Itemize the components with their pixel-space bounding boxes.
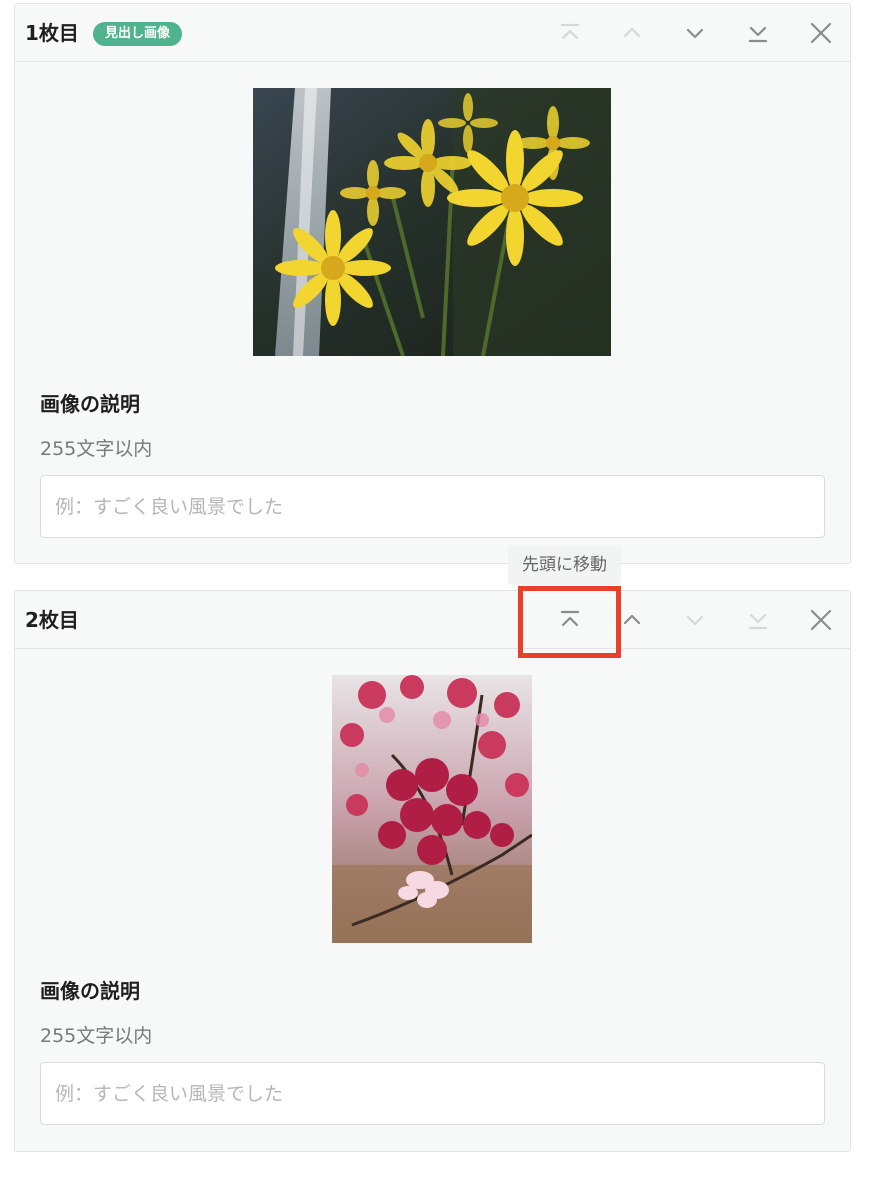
move-down-button[interactable] xyxy=(677,15,713,51)
card-title: 2枚目 xyxy=(25,608,79,632)
description-label: 画像の説明 xyxy=(40,392,140,416)
remove-image-button[interactable] xyxy=(803,15,839,51)
card-header: 1枚目 見出し画像 xyxy=(15,4,850,62)
chevron-double-down-icon xyxy=(748,613,768,630)
move-down-button[interactable] xyxy=(677,602,713,638)
move-up-button[interactable] xyxy=(614,602,650,638)
move-up-button[interactable] xyxy=(614,15,650,51)
description-input[interactable] xyxy=(40,475,825,538)
description-char-limit: 255文字以内 xyxy=(40,438,153,460)
move-to-bottom-button[interactable] xyxy=(740,602,776,638)
chevron-down-icon xyxy=(686,615,704,626)
move-to-top-button[interactable] xyxy=(552,602,588,638)
card-title: 1枚目 xyxy=(25,21,79,45)
chevron-up-icon xyxy=(623,614,641,625)
remove-image-button[interactable] xyxy=(803,602,839,638)
description-char-limit: 255文字以内 xyxy=(40,1025,153,1047)
chevron-up-icon xyxy=(623,27,641,38)
chevron-double-up-icon xyxy=(560,23,580,40)
image-card-2: 2枚目 画像の説明 255文字以内 例：すごく良い風景でした xyxy=(14,590,851,1152)
move-to-top-button[interactable] xyxy=(552,15,588,51)
uploaded-image-thumbnail xyxy=(332,675,532,943)
uploaded-image-thumbnail xyxy=(253,88,611,356)
close-icon xyxy=(810,609,832,631)
chevron-down-icon xyxy=(686,28,704,39)
yellow-flowers-photo xyxy=(253,88,611,356)
chevron-double-up-icon xyxy=(560,610,580,627)
close-icon xyxy=(810,22,832,44)
cover-image-badge: 見出し画像 xyxy=(93,22,183,46)
chevron-double-down-icon xyxy=(748,26,768,43)
cherry-blossom-photo xyxy=(332,675,532,943)
image-card-1: 1枚目 見出し画像 画像の説明 255文字以内 例：すごく良い風景でした xyxy=(14,3,851,564)
card-header: 2枚目 xyxy=(15,591,850,649)
move-to-bottom-button[interactable] xyxy=(740,15,776,51)
move-to-top-tooltip: 先頭に移動 xyxy=(508,545,621,585)
description-input[interactable] xyxy=(40,1062,825,1125)
description-label: 画像の説明 xyxy=(40,979,140,1003)
